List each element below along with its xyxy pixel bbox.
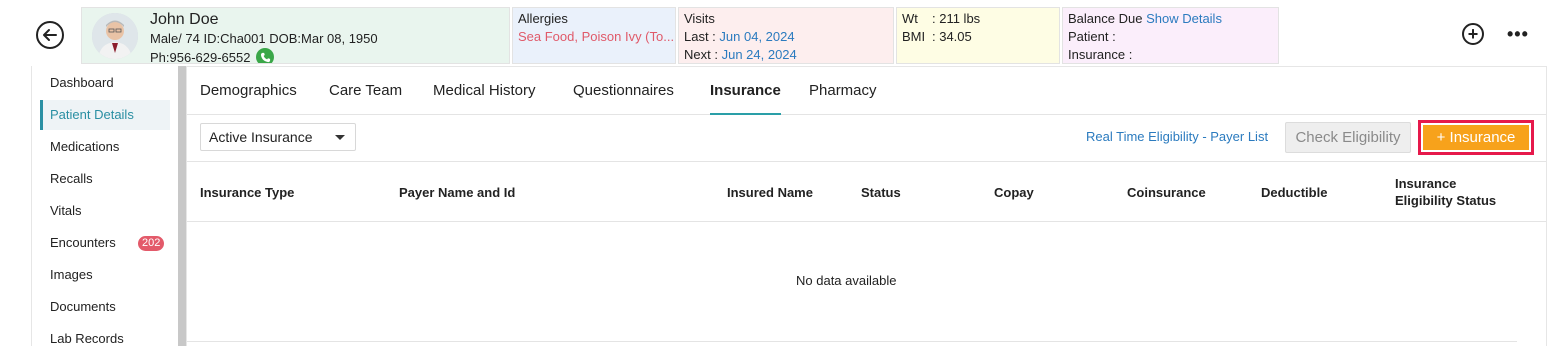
sidebar-item-images[interactable]: Images [40, 260, 170, 290]
next-visit-date[interactable]: Jun 24, 2024 [722, 47, 797, 62]
insurance-toolbar: Active Insurance Real Time Eligibility -… [187, 115, 1546, 162]
patient-phone-row: Ph:956-629-6552 [150, 48, 275, 64]
patient-demographics: Male/ 74 ID:Cha001 DOB:Mar 08, 1950 [150, 31, 378, 46]
column-deductible[interactable]: Deductible [1261, 184, 1327, 201]
table-divider [187, 341, 1517, 342]
patient-name[interactable]: John Doe [150, 10, 219, 30]
sidebar-item-lab-records[interactable]: Lab Records [40, 324, 170, 346]
column-copay[interactable]: Copay [994, 184, 1034, 201]
column-insured-name[interactable]: Insured Name [727, 184, 813, 201]
phone-icon[interactable] [256, 48, 275, 63]
sidebar-item-encounters[interactable]: Encounters 202 [40, 228, 170, 258]
avatar [92, 13, 138, 59]
last-visit-date[interactable]: Jun 04, 2024 [719, 29, 794, 44]
add-icon[interactable]: + [1462, 23, 1484, 45]
chevron-down-icon [335, 135, 345, 140]
column-insurance-type[interactable]: Insurance Type [200, 184, 294, 201]
next-visit-label: Next : [684, 47, 718, 62]
tab-insurance[interactable]: Insurance [710, 67, 781, 115]
sidebar-item-label: Encounters [50, 235, 116, 250]
encounters-count-badge: 202 [138, 236, 165, 251]
sidebar-item-vitals[interactable]: Vitals [40, 196, 170, 226]
allergies-value: Sea Food, Poison Ivy (To... [518, 29, 675, 44]
sidebar-item-medications[interactable]: Medications [40, 132, 170, 162]
balance-insurance-label: Insurance : [1068, 47, 1133, 62]
empty-table-message: No data available [796, 273, 897, 288]
add-insurance-button[interactable]: + Insurance [1423, 125, 1529, 150]
real-time-eligibility-link[interactable]: Real Time Eligibility - Payer List [1086, 129, 1268, 144]
visits-card: Visits Last : Jun 04, 2024 Next : Jun 24… [678, 7, 894, 64]
more-options-icon[interactable]: ••• [1507, 24, 1529, 45]
tab-pharmacy[interactable]: Pharmacy [809, 67, 877, 115]
column-coinsurance[interactable]: Coinsurance [1127, 184, 1206, 201]
allergies-card[interactable]: Allergies Sea Food, Poison Ivy (To... [512, 7, 676, 64]
patient-details-tabs: Demographics Care Team Medical History Q… [187, 67, 1546, 115]
patient-header: John Doe Male/ 74 ID:Cha001 DOB:Mar 08, … [0, 0, 1561, 66]
insurance-panel: Demographics Care Team Medical History Q… [186, 66, 1547, 346]
tab-medical-history[interactable]: Medical History [433, 67, 536, 115]
balance-patient-label: Patient : [1068, 29, 1116, 44]
back-button[interactable] [36, 21, 64, 49]
last-visit-label: Last : [684, 29, 716, 44]
patient-card: John Doe Male/ 74 ID:Cha001 DOB:Mar 08, … [81, 7, 510, 64]
insurance-status-select[interactable]: Active Insurance [200, 123, 356, 151]
allergies-title: Allergies [518, 11, 568, 26]
check-eligibility-button[interactable]: Check Eligibility [1285, 122, 1411, 153]
balance-card: Balance Due Show Details Patient : Insur… [1062, 7, 1279, 64]
bmi-value: : 34.05 [932, 29, 972, 44]
tab-demographics[interactable]: Demographics [200, 67, 297, 115]
sidebar-item-documents[interactable]: Documents [40, 292, 170, 322]
sidebar-item-dashboard[interactable]: Dashboard [40, 68, 170, 98]
patient-phone: Ph:956-629-6552 [150, 49, 251, 64]
balance-title: Balance Due [1068, 11, 1143, 26]
vitals-card: Wt : 211 lbs BMI : 34.05 [896, 7, 1060, 64]
sidebar-scrollbar[interactable] [178, 66, 186, 346]
show-details-link[interactable]: Show Details [1146, 11, 1222, 26]
add-insurance-highlight: + Insurance [1418, 120, 1534, 155]
patient-sidebar: Dashboard Patient Details Medications Re… [31, 66, 186, 346]
sidebar-item-patient-details[interactable]: Patient Details [40, 100, 170, 130]
tab-questionnaires[interactable]: Questionnaires [573, 67, 674, 115]
column-payer-name[interactable]: Payer Name and Id [399, 184, 515, 201]
sidebar-item-recalls[interactable]: Recalls [40, 164, 170, 194]
bmi-label: BMI [902, 29, 926, 44]
tab-care-team[interactable]: Care Team [329, 67, 402, 115]
insurance-table-header: Insurance Type Payer Name and Id Insured… [187, 162, 1546, 222]
select-value: Active Insurance [209, 129, 313, 145]
column-status[interactable]: Status [861, 184, 901, 201]
column-eligibility-status[interactable]: Insurance Eligibility Status [1395, 175, 1515, 209]
weight-value: : 211 lbs [932, 11, 981, 26]
arrow-left-icon [43, 29, 57, 41]
weight-label: Wt [902, 11, 918, 26]
visits-title: Visits [684, 11, 715, 26]
